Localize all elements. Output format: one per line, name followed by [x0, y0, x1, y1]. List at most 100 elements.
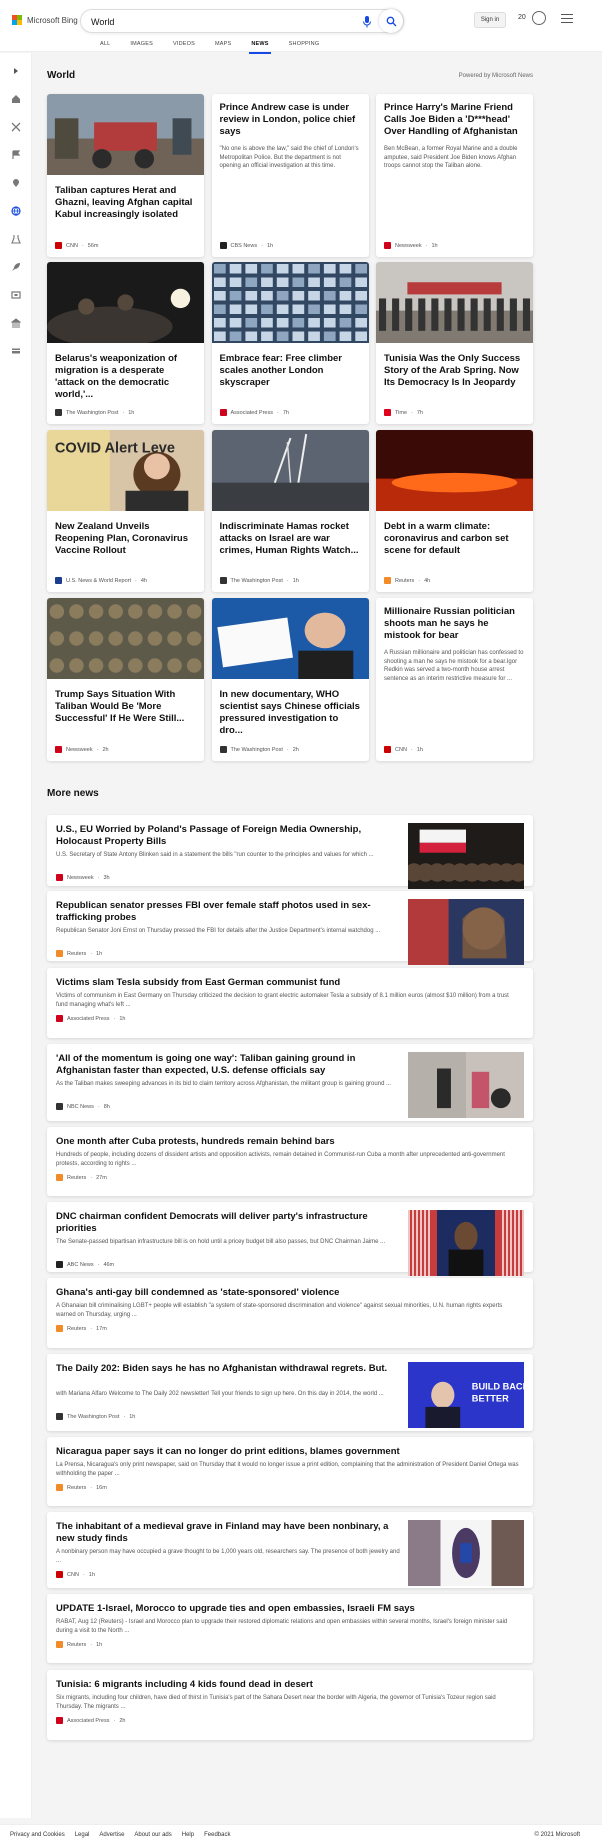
- more-news-source[interactable]: Reuters · 1h: [56, 950, 102, 957]
- news-card-image[interactable]: [47, 94, 204, 175]
- more-news-image[interactable]: BUILD BACK BETTER: [408, 1362, 530, 1428]
- home-icon[interactable]: [10, 93, 22, 105]
- more-news-item[interactable]: Victims slam Tesla subsidy from East Ger…: [47, 968, 533, 1038]
- news-card-source[interactable]: Reuters · 4h: [384, 577, 430, 584]
- more-news-title-text[interactable]: The inhabitant of a medieval grave in Fi…: [56, 1521, 400, 1545]
- news-card-title[interactable]: Taliban captures Herat and Ghazni, leavi…: [47, 185, 204, 221]
- more-news-title-text[interactable]: U.S., EU Worried by Poland's Passage of …: [56, 824, 400, 848]
- more-news-title-text[interactable]: Nicaragua paper says it can no longer do…: [56, 1446, 522, 1458]
- more-news-source[interactable]: NBC News · 8h: [56, 1103, 110, 1110]
- more-news-image[interactable]: [408, 899, 524, 965]
- news-card-source[interactable]: CNN · 56m: [55, 242, 98, 249]
- news-card[interactable]: Millionaire Russian politician shoots ma…: [376, 598, 533, 761]
- news-card-source[interactable]: CBS News · 1h: [219, 242, 273, 249]
- news-card-title[interactable]: Belarus's weaponization of migration is …: [47, 353, 204, 401]
- microphone-icon[interactable]: [361, 15, 373, 29]
- more-news-title-text[interactable]: One month after Cuba protests, hundreds …: [56, 1136, 522, 1148]
- news-card-source[interactable]: Time · 7h: [384, 409, 423, 416]
- news-card-title[interactable]: Prince Harry's Marine Friend Calls Joe B…: [376, 102, 533, 138]
- sign-in-button[interactable]: Sign in: [474, 12, 506, 28]
- news-card[interactable]: Indiscriminate Hamas rocket attacks on I…: [211, 430, 369, 592]
- more-news-image[interactable]: [404, 823, 528, 889]
- more-news-source[interactable]: Reuters · 16m: [56, 1484, 107, 1491]
- news-card[interactable]: Trump Says Situation With Taliban Would …: [47, 598, 204, 761]
- rewards-count[interactable]: 20: [518, 14, 526, 21]
- more-news-source[interactable]: Reuters · 27m: [56, 1174, 107, 1181]
- news-card-source[interactable]: Newsweek · 1h: [384, 242, 438, 249]
- more-news-image[interactable]: [408, 1210, 524, 1276]
- news-card[interactable]: Taliban captures Herat and Ghazni, leavi…: [47, 94, 204, 257]
- more-news-source[interactable]: Reuters · 1h: [56, 1641, 102, 1648]
- news-card-title[interactable]: Indiscriminate Hamas rocket attacks on I…: [212, 521, 369, 557]
- news-card-image[interactable]: [211, 598, 369, 679]
- more-news-title-text[interactable]: DNC chairman confident Democrats will de…: [56, 1211, 400, 1235]
- more-news-source[interactable]: ABC News · 46m: [56, 1261, 114, 1268]
- globe-icon[interactable]: [10, 205, 22, 217]
- tab-all[interactable]: ALL: [90, 38, 120, 51]
- news-card-image[interactable]: COVID Alert Leve: [47, 430, 204, 511]
- menu-icon[interactable]: [561, 14, 573, 24]
- location-pin-icon[interactable]: [10, 177, 22, 189]
- more-news-title-text[interactable]: Victims slam Tesla subsidy from East Ger…: [56, 977, 522, 989]
- more-news-item[interactable]: Ghana's anti-gay bill condemned as 'stat…: [47, 1278, 533, 1348]
- more-news-title-text[interactable]: The Daily 202: Biden says he has no Afgh…: [56, 1363, 400, 1375]
- news-card-source[interactable]: The Washington Post · 2h: [219, 746, 299, 753]
- search-input[interactable]: [91, 14, 351, 30]
- tab-videos[interactable]: VIDEOS: [163, 38, 205, 51]
- footer-link[interactable]: Privacy and Cookies: [10, 1832, 65, 1838]
- news-card-image[interactable]: [47, 598, 204, 679]
- more-news-source[interactable]: Newsweek · 3h: [56, 874, 110, 881]
- more-news-title-text[interactable]: Republican senator presses FBI over fema…: [56, 900, 400, 924]
- rewards-trophy-icon[interactable]: [532, 11, 546, 25]
- news-card-source[interactable]: Associated Press · 7h: [219, 409, 289, 416]
- more-news-title-text[interactable]: Ghana's anti-gay bill condemned as 'stat…: [56, 1287, 522, 1299]
- news-card-title[interactable]: Trump Says Situation With Taliban Would …: [47, 689, 204, 725]
- flag-icon[interactable]: [10, 149, 22, 161]
- scissors-icon[interactable]: [10, 121, 22, 133]
- footer-link[interactable]: Help: [182, 1832, 194, 1838]
- more-news-item[interactable]: UPDATE 1-Israel, Morocco to upgrade ties…: [47, 1594, 533, 1663]
- footer-link[interactable]: Feedback: [204, 1832, 230, 1838]
- news-card-title[interactable]: Debt in a warm climate: coronavirus and …: [376, 521, 533, 557]
- news-card-image[interactable]: [211, 430, 369, 511]
- news-card[interactable]: COVID Alert Leve New Zealand Unveils Reop…: [47, 430, 204, 592]
- more-news-item[interactable]: 'All of the momentum is going one way': …: [47, 1044, 533, 1121]
- more-news-image[interactable]: [408, 1052, 524, 1118]
- tab-shopping[interactable]: SHOPPING: [279, 38, 330, 51]
- news-card[interactable]: In new documentary, WHO scientist says C…: [211, 598, 369, 761]
- news-card-source[interactable]: The Washington Post · 1h: [219, 577, 299, 584]
- more-news-source[interactable]: Associated Press · 1h: [56, 1015, 125, 1022]
- news-card-source[interactable]: CNN · 1h: [384, 746, 423, 753]
- more-news-source[interactable]: CNN · 1h: [56, 1571, 95, 1578]
- more-news-image[interactable]: [408, 1520, 524, 1586]
- news-card-image[interactable]: [47, 262, 204, 348]
- more-news-item[interactable]: Tunisia: 6 migrants including 4 kids fou…: [47, 1670, 533, 1740]
- more-news-title-text[interactable]: UPDATE 1-Israel, Morocco to upgrade ties…: [56, 1603, 522, 1615]
- expand-icon[interactable]: [10, 65, 22, 77]
- more-news-item[interactable]: DNC chairman confident Democrats will de…: [47, 1202, 533, 1276]
- footer-link[interactable]: Advertise: [99, 1832, 124, 1838]
- news-card-title[interactable]: In new documentary, WHO scientist says C…: [212, 689, 369, 737]
- politics-icon[interactable]: [10, 317, 22, 329]
- more-news-source[interactable]: Associated Press · 2h: [56, 1717, 125, 1724]
- news-card-title[interactable]: Embrace fear: Free climber scales anothe…: [212, 353, 369, 389]
- entertainment-icon[interactable]: [10, 289, 22, 301]
- money-icon[interactable]: [10, 345, 22, 357]
- footer-link[interactable]: About our ads: [134, 1832, 171, 1838]
- more-news-title-text[interactable]: Tunisia: 6 migrants including 4 kids fou…: [56, 1679, 522, 1691]
- more-news-item[interactable]: The Daily 202: Biden says he has no Afgh…: [47, 1354, 533, 1431]
- search-button[interactable]: [379, 9, 403, 33]
- more-news-source[interactable]: The Washington Post · 1h: [56, 1413, 135, 1420]
- news-card[interactable]: Prince Andrew case is under review in Lo…: [211, 94, 369, 257]
- rocket-icon[interactable]: [10, 261, 22, 273]
- tab-maps[interactable]: MAPS: [205, 38, 241, 51]
- news-card-source[interactable]: U.S. News & World Report · 4h: [55, 577, 147, 584]
- more-news-item[interactable]: Republican senator presses FBI over fema…: [47, 891, 533, 965]
- bing-logo[interactable]: Microsoft Bing: [12, 15, 78, 25]
- more-news-item[interactable]: One month after Cuba protests, hundreds …: [47, 1127, 533, 1196]
- more-news-item[interactable]: U.S., EU Worried by Poland's Passage of …: [47, 815, 533, 889]
- news-card-source[interactable]: Newsweek · 2h: [55, 746, 109, 753]
- news-card[interactable]: Belarus's weaponization of migration is …: [47, 262, 204, 424]
- news-card[interactable]: Tunisia Was the Only Success Story of th…: [376, 262, 533, 424]
- news-card[interactable]: Debt in a warm climate: coronavirus and …: [376, 430, 533, 592]
